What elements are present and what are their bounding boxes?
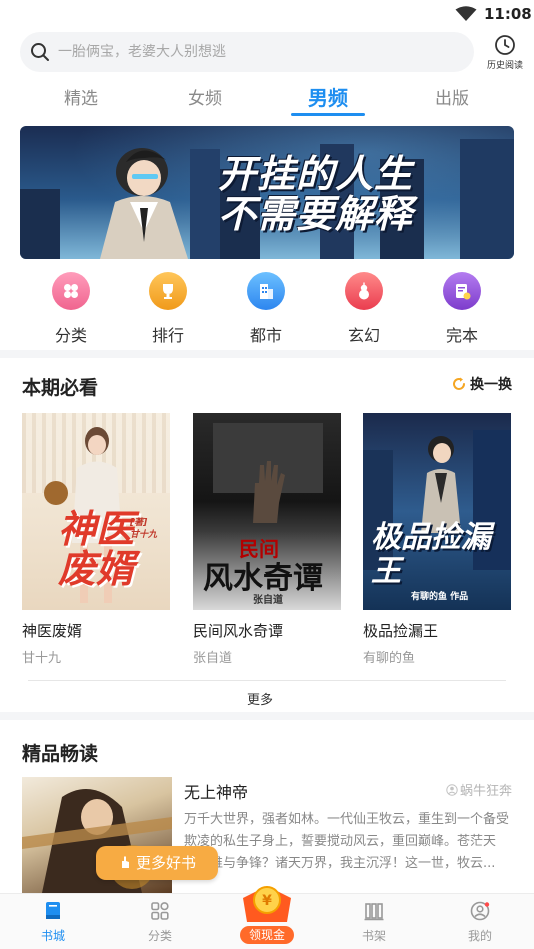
history-label: 历史阅读	[486, 61, 523, 71]
nav-label: 书城	[40, 929, 65, 943]
category-fantasy[interactable]: 玄幻	[329, 268, 399, 346]
wifi-icon	[455, 6, 477, 21]
book-author: 有聊的鱼	[363, 651, 416, 666]
history-button[interactable]: 历史阅读	[480, 34, 530, 74]
book-title: 神医废婿	[22, 622, 83, 640]
category-urban[interactable]: 都市	[231, 268, 301, 346]
nav-bookstore[interactable]: 书城	[18, 900, 88, 944]
refresh-icon	[453, 377, 465, 390]
book-card[interactable]: 民间 风水奇谭 张自道 民间风水奇谭 张自道	[193, 413, 341, 666]
cover-title: 神医废婿	[58, 507, 135, 591]
cover-title: 极品捡漏王	[371, 520, 491, 589]
cover-figure-illustration	[421, 436, 461, 533]
building-icon	[247, 272, 285, 310]
category-label: 玄幻	[347, 326, 380, 345]
svg-text:¥: ¥	[262, 893, 272, 909]
category-grid-icon	[151, 902, 169, 920]
featured-book-author: 蜗牛狂奔	[446, 780, 512, 799]
nav-label: 分类	[147, 929, 172, 943]
hero-illustration	[100, 148, 188, 259]
clock: 11:08	[484, 5, 532, 23]
book-title: 民间风水奇谭	[193, 622, 284, 640]
cash-coin-icon: ¥	[243, 886, 291, 922]
search-icon	[31, 43, 49, 61]
book-card[interactable]: 神医废婿 [著] 甘十九 神医废婿 甘十九	[22, 413, 170, 666]
active-tab-indicator	[291, 113, 365, 116]
section-divider	[0, 712, 534, 720]
tab-featured[interactable]: 精选	[41, 84, 121, 109]
more-books-label: 更多好书	[135, 854, 196, 872]
bookshelf-icon	[364, 903, 384, 921]
cash-label: 领现金	[240, 926, 294, 944]
book-author: 张自道	[193, 651, 233, 666]
gourd-icon	[345, 272, 383, 310]
category-ranking[interactable]: 排行	[133, 268, 203, 346]
cover-author: [著] 甘十九	[130, 518, 158, 540]
slogan-line-1: 开挂的人生	[218, 152, 414, 196]
featured-book-title: 无上神帝	[184, 783, 249, 802]
featured-title: 精品畅读	[22, 743, 99, 765]
status-bar: 11:08	[0, 0, 534, 30]
category-label: 分类	[54, 326, 87, 345]
featured-author-name: 蜗牛狂奔	[459, 784, 512, 799]
clock-icon	[495, 35, 515, 55]
more-books-button[interactable]: 更多好书	[96, 846, 218, 880]
search-box[interactable]	[20, 32, 474, 72]
category-label: 完本	[445, 326, 478, 345]
tab-female[interactable]: 女频	[165, 84, 245, 109]
cover-hand-illustration	[253, 461, 285, 523]
search-row: 历史阅读	[0, 30, 534, 76]
section-divider	[0, 350, 534, 358]
category-label: 都市	[249, 326, 282, 345]
nav-profile[interactable]: 我的	[445, 900, 515, 944]
nav-category[interactable]: 分类	[125, 900, 195, 944]
carousel-dots	[256, 250, 321, 256]
book-check-icon	[443, 272, 481, 310]
book-author: 甘十九	[22, 651, 62, 666]
search-input[interactable]	[58, 38, 458, 66]
trophy-icon	[149, 272, 187, 310]
category-label: 排行	[151, 326, 184, 345]
banner-slogan: 开挂的人生 不需要解释	[218, 154, 514, 234]
cover-author: 张自道	[253, 595, 283, 606]
nav-bookshelf[interactable]: 书架	[339, 900, 409, 944]
profile-icon	[470, 901, 490, 921]
featured-book[interactable]: 无上神帝 蜗牛狂奔 万千大世界，强者如林。一代仙王牧云，重生到一个备受欺凌的私生…	[22, 777, 514, 893]
channel-tabs: 精选 女频 男频 出版	[0, 80, 534, 118]
book-cover: 极品捡漏王 有聊的鱼 作品	[363, 413, 511, 610]
nav-label: 我的	[467, 929, 492, 943]
category-shortcuts: 分类 排行 都市 玄幻 完本	[0, 268, 534, 348]
building-silhouette	[20, 189, 60, 259]
book-icon	[46, 902, 60, 919]
tab-male[interactable]: 男频	[288, 82, 368, 111]
cover-author: 有聊的鱼 作品	[411, 592, 469, 602]
nav-label: 书架	[361, 929, 386, 943]
category-classify[interactable]: 分类	[36, 268, 106, 346]
promo-banner[interactable]: 开挂的人生 不需要解释	[20, 126, 514, 259]
get-cash-button[interactable]: ¥ 领现金	[232, 882, 302, 946]
refresh-label: 换一换	[470, 377, 512, 393]
more-divider	[28, 680, 506, 681]
book-title: 极品捡漏王	[363, 622, 439, 640]
author-icon	[446, 784, 458, 796]
more-button[interactable]: 更多	[247, 689, 273, 708]
pointer-hand-icon	[121, 856, 129, 868]
book-cover: 民间 风水奇谭 张自道	[193, 413, 341, 610]
book-card[interactable]: 极品捡漏王 有聊的鱼 作品 极品捡漏王 有聊的鱼	[363, 413, 511, 666]
book-cover: 神医废婿 [著] 甘十九	[22, 413, 170, 610]
grid-flower-icon	[52, 272, 90, 310]
slogan-line-2: 不需要解释	[218, 192, 414, 236]
refresh-button[interactable]: 换一换	[452, 374, 512, 394]
featured-book-description: 万千大世界，强者如林。一代仙王牧云，重生到一个备受欺凌的私生子身上，誓要搅动风云…	[184, 812, 510, 871]
category-completed[interactable]: 完本	[427, 268, 497, 346]
must-read-title: 本期必看	[22, 377, 99, 399]
tab-publish[interactable]: 出版	[412, 84, 492, 109]
